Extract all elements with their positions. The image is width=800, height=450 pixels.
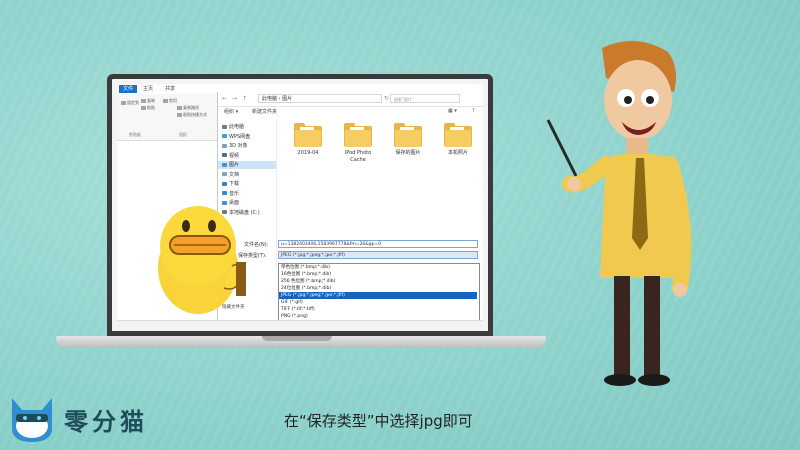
shortcut-icon (177, 113, 182, 117)
nav-item-label: 下载 (229, 181, 240, 187)
dialog-toolbar: 组织 ▾ 新建文件夹 ▦ ▾ ? (218, 107, 483, 117)
nav-item-label: 图片 (229, 162, 240, 168)
paste-icon (141, 106, 146, 110)
pc-icon (222, 124, 227, 129)
copy-icon (141, 99, 146, 103)
picture-icon (222, 162, 227, 167)
pin-icon (121, 101, 126, 105)
cat-logo-icon (12, 398, 52, 442)
ribbon-panel: 固定到 复制 粘贴 剪切 复制路径 粘贴快捷方式 剪贴板 组织 (117, 94, 217, 141)
folder-item[interactable]: iPod Photo Cache (338, 123, 378, 164)
nav-item-label: 视频 (229, 152, 240, 159)
nav-item[interactable]: 此电脑 (222, 123, 244, 131)
laptop-notch (262, 336, 332, 341)
ribbon-pin[interactable]: 固定到 (121, 100, 139, 106)
ribbon-copy[interactable]: 复制 (141, 98, 155, 104)
view-options-icon[interactable]: ▦ ▾ (448, 108, 457, 114)
up-arrow-icon[interactable]: ↑ (242, 95, 247, 102)
nav-item[interactable]: 下载 (222, 180, 239, 188)
nav-item-label: 文档 (229, 171, 240, 178)
folder-icon (444, 123, 472, 147)
ribbon-cut[interactable]: 剪切 (163, 98, 177, 104)
nav-item-label: 3D 对象 (229, 143, 248, 149)
caption-text: 在“保存类型”中选择jpg即可 (284, 412, 473, 430)
nav-item[interactable]: 视频 (222, 152, 239, 160)
save-as-dialog: ← → ↑ 此电脑 › 图片 ↻ 搜索"图片" 组织 ▾ 新建文件夹 ▦ ▾ ?… (217, 92, 483, 328)
status-bar (117, 320, 483, 328)
music-icon (222, 191, 227, 195)
folder-name: iPod Photo Cache (344, 150, 372, 163)
nav-item[interactable]: 图片 (218, 161, 276, 169)
folder-name: 保存的图片 (395, 150, 421, 156)
video-icon (222, 153, 227, 157)
ribbon-copy-path[interactable]: 复制路径 (177, 105, 199, 111)
filename-label: 文件名(N): (244, 242, 269, 248)
folder-item[interactable]: 2019-04 (288, 123, 328, 157)
organize-button[interactable]: 组织 ▾ (224, 108, 238, 115)
address-bar-row: ← → ↑ 此电脑 › 图片 ↻ 搜索"图片" (218, 92, 483, 107)
new-folder-button[interactable]: 新建文件夹 (252, 108, 277, 115)
back-arrow-icon[interactable]: ← (222, 95, 227, 102)
savetype-dropdown-list: 单色位图 (*.bmp;*.dib) 16色位图 (*.bmp;*.dib) 256… (278, 263, 480, 328)
folder-name: 本机照片 (447, 150, 468, 156)
cube-icon (222, 143, 227, 148)
folder-item[interactable]: 保存的图片 (388, 123, 428, 157)
nav-item-label: WPS网盘 (229, 133, 251, 140)
path-icon (177, 106, 182, 110)
tab-home[interactable]: 主页 (139, 85, 157, 93)
refresh-icon[interactable]: ↻ (384, 95, 389, 102)
nav-item[interactable]: WPS网盘 (222, 133, 250, 141)
folder-content-area: 2019-04 iPod Photo Cache 保存的图片 本机照片 (278, 119, 483, 229)
ribbon-paste-shortcut[interactable]: 粘贴快捷方式 (177, 112, 207, 118)
group-label-organize: 组织 (179, 132, 187, 137)
folder-name: 2019-04 (297, 150, 319, 156)
folder-icon (394, 123, 422, 147)
nav-item[interactable]: 3D 对象 (222, 142, 248, 150)
nav-item[interactable]: 文档 (222, 171, 239, 179)
group-label-clipboard: 剪贴板 (129, 132, 141, 137)
filename-field[interactable]: u=1382403406,1583967778&fm=26&gp=0 (278, 240, 478, 248)
download-icon (222, 181, 227, 186)
duck-sticker-image (158, 206, 246, 314)
folder-icon (294, 123, 322, 147)
help-icon[interactable]: ? (472, 108, 475, 114)
forward-arrow-icon[interactable]: → (232, 95, 237, 102)
tab-file[interactable]: 文件 (119, 85, 138, 93)
ribbon-paste[interactable]: 粘贴 (141, 105, 155, 111)
search-input[interactable]: 搜索"图片" (390, 94, 460, 103)
cut-icon (163, 99, 168, 103)
savetype-select[interactable]: JPEG (*.jpg;*.jpeg;*.jpe;*.jfif) (278, 251, 478, 259)
document-icon (222, 172, 227, 176)
brand-name: 零分猫 (64, 408, 148, 436)
nav-item-label: 此电脑 (229, 124, 245, 130)
save-form: 文件名(N): u=1382403406,1583967778&fm=26&gp… (218, 238, 483, 328)
folder-icon (344, 123, 372, 147)
cartoon-teacher (546, 40, 692, 386)
tab-share[interactable]: 共享 (161, 85, 179, 93)
cloud-icon (222, 134, 227, 138)
address-bar[interactable]: 此电脑 › 图片 (258, 94, 382, 103)
folder-item[interactable]: 本机照片 (438, 123, 478, 157)
